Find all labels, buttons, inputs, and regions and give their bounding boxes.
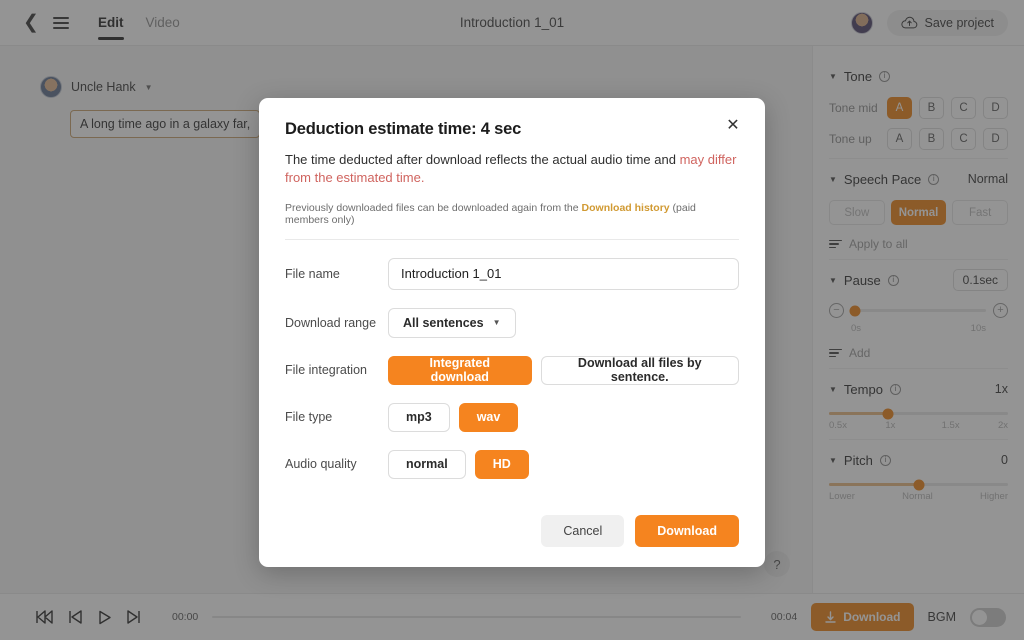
file-integration-option-by-sentence[interactable]: Download all files by sentence. <box>540 355 739 385</box>
field-download-range: Download range All sentences ▼ <box>285 307 739 338</box>
download-range-select[interactable]: All sentences ▼ <box>388 307 516 338</box>
dialog-actions: Cancel Download <box>285 514 739 547</box>
cancel-button[interactable]: Cancel <box>541 514 625 547</box>
file-type-option-wav[interactable]: wav <box>458 402 519 432</box>
dialog-divider <box>285 238 739 240</box>
download-dialog: Deduction estimate time: 4 sec ✕ The tim… <box>259 98 765 567</box>
audio-quality-option-normal[interactable]: normal <box>388 449 466 479</box>
file-name-input[interactable] <box>388 257 739 290</box>
file-integration-option-integrated[interactable]: Integrated download <box>388 355 532 385</box>
download-range-value: All sentences <box>403 315 484 330</box>
file-type-option-mp3[interactable]: mp3 <box>388 402 450 432</box>
dialog-subnote: Previously downloaded files can be downl… <box>285 202 739 226</box>
field-audio-quality: Audio quality normal HD <box>285 449 739 479</box>
dialog-description-normal: The time deducted after download reflect… <box>285 152 680 167</box>
file-integration-options: Integrated download Download all files b… <box>388 355 739 385</box>
audio-quality-option-hd[interactable]: HD <box>474 449 529 479</box>
audio-quality-options: normal HD <box>388 449 529 479</box>
file-type-label: File type <box>285 410 333 425</box>
dialog-download-button[interactable]: Download <box>635 514 739 547</box>
dialog-title: Deduction estimate time: 4 sec <box>285 120 522 138</box>
field-file-type: File type mp3 wav <box>285 402 739 432</box>
file-type-options: mp3 wav <box>388 402 519 432</box>
subnote-prefix: Previously downloaded files can be downl… <box>285 201 582 214</box>
field-file-name: File name <box>285 257 739 290</box>
file-name-label: File name <box>285 266 340 281</box>
audio-quality-label: Audio quality <box>285 457 357 472</box>
download-history-link[interactable]: Download history <box>582 202 670 214</box>
download-range-label: Download range <box>285 315 377 330</box>
field-file-integration: File integration Integrated download Dow… <box>285 355 739 385</box>
chevron-down-icon: ▼ <box>492 318 501 328</box>
dialog-description: The time deducted after download reflect… <box>285 151 739 188</box>
close-icon[interactable]: ✕ <box>723 116 743 136</box>
file-integration-label: File integration <box>285 363 367 378</box>
app-root: ❮ Edit Video Introduction 1_01 Save proj… <box>0 0 1024 640</box>
